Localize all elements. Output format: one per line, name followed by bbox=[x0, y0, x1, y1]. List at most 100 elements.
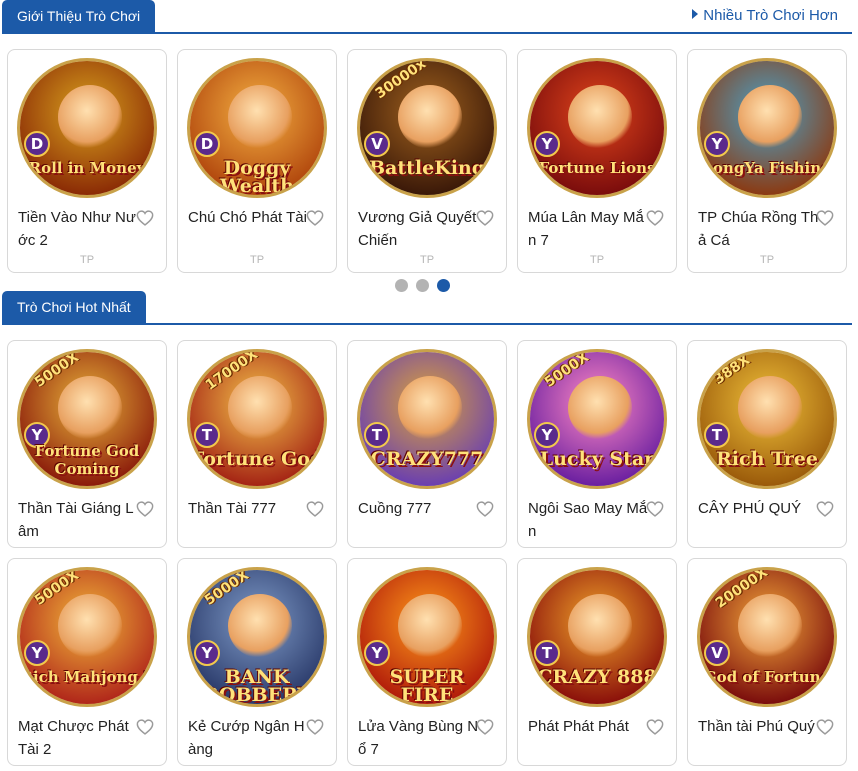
game-card[interactable]: 5000X Y Lucky Star Ngôi Sao May Mắn bbox=[517, 340, 677, 548]
provider-tag: TP bbox=[79, 254, 95, 266]
character-icon bbox=[228, 376, 292, 440]
game-title: Thần Tài 777 bbox=[188, 500, 277, 517]
game-title: Ngôi Sao May Mắn bbox=[528, 500, 648, 540]
provider-badge-icon: T bbox=[704, 422, 730, 448]
more-games-link[interactable]: Nhiều Trò Chơi Hơn bbox=[692, 7, 838, 24]
game-logo: BANK ROBBERY bbox=[203, 666, 311, 706]
game-thumbnail[interactable]: 5000X Y BANK ROBBERY bbox=[187, 567, 327, 707]
game-title: CÂY PHÚ QUÝ bbox=[698, 500, 802, 517]
game-logo: LongYa Fishing bbox=[702, 159, 832, 177]
game-card[interactable]: 20000X V God of Fortune Thần tài Phú Quý bbox=[687, 558, 847, 766]
game-thumbnail[interactable]: D Doggy Wealth bbox=[187, 58, 327, 198]
provider-tag: TP bbox=[589, 254, 605, 266]
game-thumbnail[interactable]: 20000X V God of Fortune bbox=[697, 567, 837, 707]
favorite-heart-icon[interactable] bbox=[816, 719, 834, 735]
provider-badge-icon: T bbox=[364, 422, 390, 448]
character-icon bbox=[738, 376, 802, 440]
favorite-heart-icon[interactable] bbox=[816, 501, 834, 517]
provider-badge-icon: D bbox=[24, 131, 50, 157]
game-card[interactable]: T CRAZY 888 Phát Phát Phát bbox=[517, 558, 677, 766]
game-thumbnail[interactable]: 388X T Rich Tree bbox=[697, 349, 837, 489]
game-logo: Fortune God bbox=[190, 448, 324, 470]
favorite-heart-icon[interactable] bbox=[646, 501, 664, 517]
favorite-heart-icon[interactable] bbox=[306, 501, 324, 517]
game-thumbnail[interactable]: Y Fortune Lions bbox=[527, 58, 667, 198]
game-thumbnail[interactable]: 5000X Y Rich Mahjong 2 bbox=[17, 567, 157, 707]
game-thumbnail[interactable]: Y LongYa Fishing bbox=[697, 58, 837, 198]
game-card[interactable]: 5000X Y Fortune God Coming Thần Tài Giáng L… bbox=[7, 340, 167, 548]
character-icon bbox=[398, 85, 462, 149]
game-logo: Doggy Wealth bbox=[220, 157, 294, 197]
provider-badge-icon: Y bbox=[364, 640, 390, 666]
game-logo: CRAZY 888 bbox=[537, 666, 657, 688]
game-thumbnail[interactable]: T CRAZY777 bbox=[357, 349, 497, 489]
game-thumbnail[interactable]: 17000X T Fortune God bbox=[187, 349, 327, 489]
provider-tag: TP bbox=[419, 254, 435, 266]
game-thumbnail[interactable]: 30000x V BattleKing bbox=[357, 58, 497, 198]
game-card[interactable]: Y LongYa Fishing TP Chúa Rồng Thả Cá TP bbox=[687, 49, 847, 273]
game-card[interactable]: D Doggy Wealth Chú Chó Phát Tài TP bbox=[177, 49, 337, 273]
game-thumbnail[interactable]: D Roll in Money bbox=[17, 58, 157, 198]
game-card[interactable]: 17000X T Fortune God Thần Tài 777 bbox=[177, 340, 337, 548]
character-icon bbox=[738, 594, 802, 658]
game-title: Thần tài Phú Quý bbox=[698, 718, 815, 735]
favorite-heart-icon[interactable] bbox=[306, 210, 324, 226]
character-icon bbox=[568, 85, 632, 149]
character-icon bbox=[568, 376, 632, 440]
game-title: Lửa Vàng Bùng Nổ 7 bbox=[358, 718, 479, 758]
game-card[interactable]: 30000x V BattleKing Vương Giả Quyết Chiến TP bbox=[347, 49, 507, 273]
provider-badge-icon: Y bbox=[24, 640, 50, 666]
favorite-heart-icon[interactable] bbox=[646, 719, 664, 735]
provider-badge-icon: Y bbox=[194, 640, 220, 666]
character-icon bbox=[398, 376, 462, 440]
game-card[interactable]: 5000X Y BANK ROBBERY Kẻ Cướp Ngân Hàng bbox=[177, 558, 337, 766]
intro-section-header: Giới Thiệu Trò Chơi Nhiều Trò Chơi Hơn bbox=[2, 0, 852, 34]
game-logo: BattleKing bbox=[368, 157, 486, 179]
game-logo: CRAZY777 bbox=[370, 448, 484, 470]
game-title: Mạt Chược Phát Tài 2 bbox=[18, 718, 129, 758]
game-thumbnail[interactable]: 5000X Y Lucky Star bbox=[527, 349, 667, 489]
favorite-heart-icon[interactable] bbox=[306, 719, 324, 735]
game-title: Vương Giả Quyết Chiến bbox=[358, 209, 477, 249]
favorite-heart-icon[interactable] bbox=[476, 210, 494, 226]
game-card[interactable]: T CRAZY777 Cuồng 777 bbox=[347, 340, 507, 548]
provider-badge-icon: Y bbox=[534, 422, 560, 448]
favorite-heart-icon[interactable] bbox=[136, 719, 154, 735]
game-thumbnail[interactable]: 5000X Y Fortune God Coming bbox=[17, 349, 157, 489]
game-card[interactable]: 5000X Y Rich Mahjong 2 Mạt Chược Phát Tài 2 bbox=[7, 558, 167, 766]
provider-badge-icon: T bbox=[194, 422, 220, 448]
game-thumbnail[interactable]: Y SUPER FIRE bbox=[357, 567, 497, 707]
game-logo: God of Fortune bbox=[703, 668, 831, 686]
provider-badge-icon: V bbox=[364, 131, 390, 157]
game-logo: Roll in Money bbox=[28, 159, 146, 177]
favorite-heart-icon[interactable] bbox=[476, 719, 494, 735]
favorite-heart-icon[interactable] bbox=[816, 210, 834, 226]
game-card[interactable]: Y SUPER FIRE Lửa Vàng Bùng Nổ 7 bbox=[347, 558, 507, 766]
favorite-heart-icon[interactable] bbox=[136, 501, 154, 517]
provider-badge-icon: V bbox=[704, 640, 730, 666]
character-icon bbox=[58, 376, 122, 440]
game-title: Chú Chó Phát Tài bbox=[188, 209, 307, 226]
provider-tag: TP bbox=[249, 254, 265, 266]
favorite-heart-icon[interactable] bbox=[136, 210, 154, 226]
more-games-label: Nhiều Trò Chơi Hơn bbox=[703, 7, 838, 24]
game-logo: Rich Tree bbox=[716, 448, 818, 470]
game-logo: Lucky Star bbox=[539, 448, 655, 470]
favorite-heart-icon[interactable] bbox=[646, 210, 664, 226]
game-title: TP Chúa Rồng Thả Cá bbox=[698, 209, 819, 249]
favorite-heart-icon[interactable] bbox=[476, 501, 494, 517]
game-card[interactable]: 388X T Rich Tree CÂY PHÚ QUÝ bbox=[687, 340, 847, 548]
game-title: Tiền Vào Như Nước 2 bbox=[18, 209, 136, 249]
game-card[interactable]: D Roll in Money Tiền Vào Như Nước 2 TP bbox=[7, 49, 167, 273]
game-thumbnail[interactable]: T CRAZY 888 bbox=[527, 567, 667, 707]
provider-badge-icon: Y bbox=[534, 131, 560, 157]
game-logo: Fortune God Coming bbox=[34, 442, 140, 478]
game-card[interactable]: Y Fortune Lions Múa Lân May Mắn 7 TP bbox=[517, 49, 677, 273]
provider-tag: TP bbox=[759, 254, 775, 266]
intro-section-title: Giới Thiệu Trò Chơi bbox=[2, 0, 156, 32]
game-logo: SUPER FIRE bbox=[389, 666, 465, 706]
play-arrow-icon bbox=[692, 9, 699, 19]
character-icon bbox=[398, 594, 462, 658]
provider-badge-icon: D bbox=[194, 131, 220, 157]
game-title: Phát Phát Phát bbox=[528, 718, 629, 735]
